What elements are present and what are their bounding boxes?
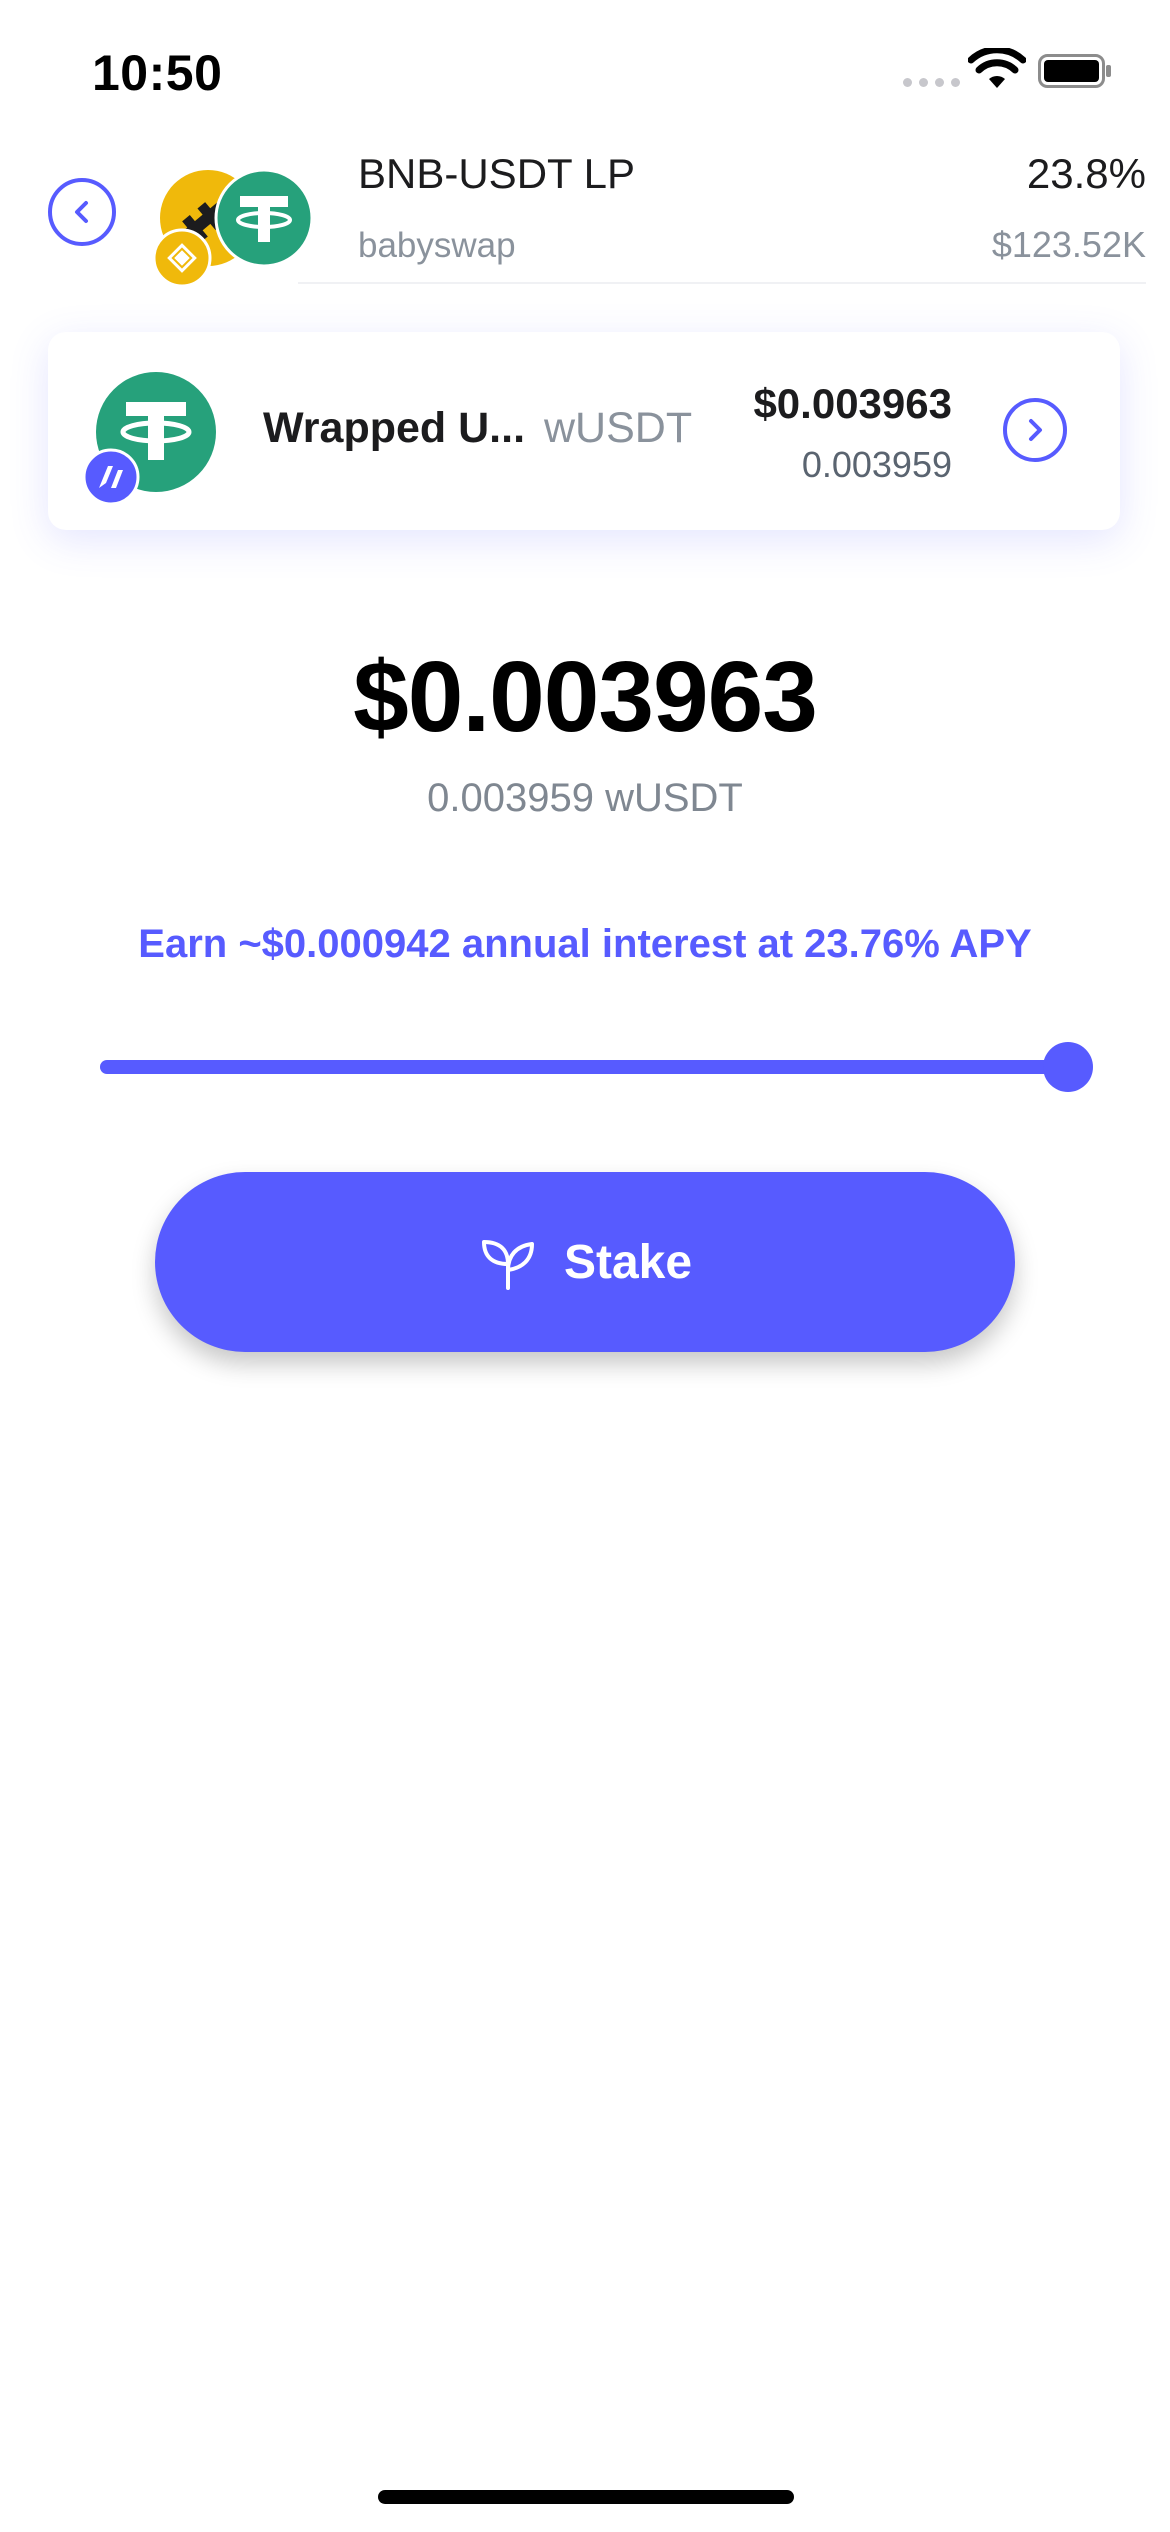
home-indicator <box>378 2490 794 2504</box>
earn-estimate: Earn ~$0.000942 annual interest at 23.76… <box>138 922 1032 966</box>
token-symbol: wUSDT <box>544 404 693 452</box>
header-divider <box>298 282 1146 284</box>
pair-logos <box>152 170 314 288</box>
token-amount: 0.003959 <box>801 444 952 485</box>
back-button[interactable] <box>48 178 116 246</box>
network-badge-icon <box>82 448 140 506</box>
token-usd-value: $0.003963 <box>753 380 952 427</box>
stake-amount-token: 0.003959 wUSDT <box>427 776 743 820</box>
cellular-signal-icon <box>903 78 960 87</box>
amount-slider-thumb[interactable] <box>1043 1042 1093 1092</box>
pool-platform: babyswap <box>358 226 516 265</box>
stake-amount-usd: $0.003963 <box>353 641 818 753</box>
battery-icon <box>1038 54 1111 88</box>
status-time: 10:50 <box>92 45 223 101</box>
pool-tvl: $123.52K <box>991 224 1146 265</box>
chevron-right-icon <box>1029 419 1042 441</box>
wifi-icon <box>968 48 1026 88</box>
pool-title: BNB-USDT LP <box>358 150 635 197</box>
amount-slider-track[interactable] <box>100 1060 1070 1074</box>
sprout-icon <box>481 1240 534 1290</box>
token-select-button[interactable] <box>1003 398 1067 462</box>
token-name: Wrapped U... <box>263 404 526 452</box>
usdt-token-icon <box>214 170 314 268</box>
pool-apy: 23.8% <box>1026 150 1146 197</box>
babyswap-icon <box>152 228 212 288</box>
chevron-left-icon <box>75 201 88 223</box>
stake-button[interactable]: Stake <box>155 1172 1015 1352</box>
stake-button-label: Stake <box>563 1235 693 1289</box>
